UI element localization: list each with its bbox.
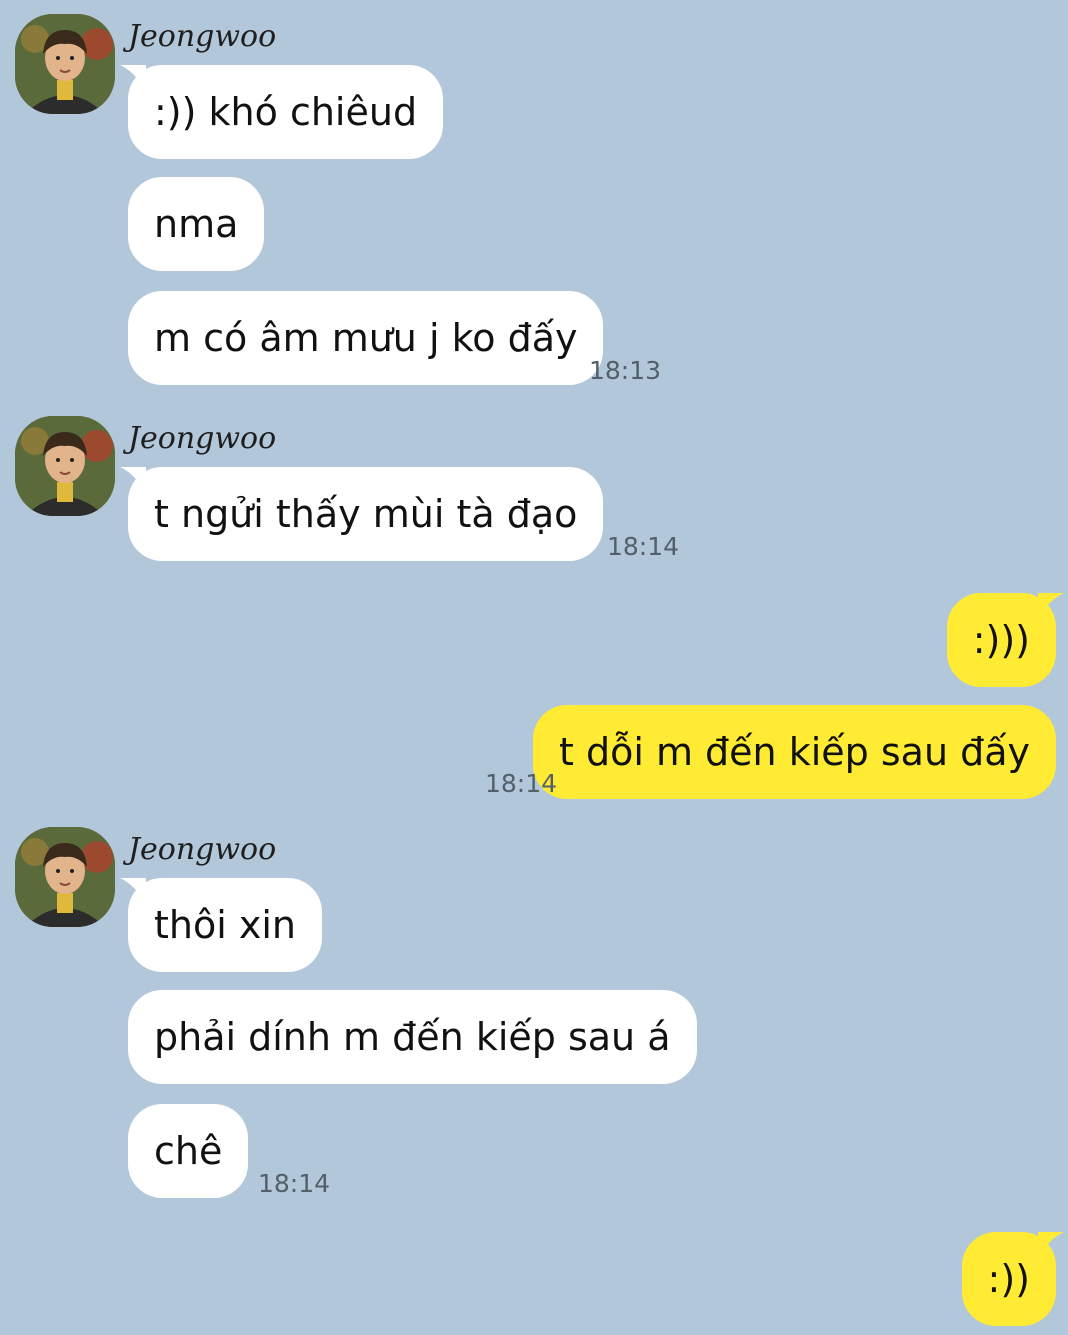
message-timestamp: 18:14 (258, 1169, 331, 1198)
message-text: t dỗi m đến kiếp sau đấy (558, 730, 1030, 774)
message-timestamp: 18:14 (607, 532, 680, 561)
message-timestamp: 18:14 (485, 769, 558, 798)
message-text: t ngửi thấy mùi tà đạo (154, 492, 578, 536)
outgoing-message-bubble[interactable]: :))) (946, 593, 1064, 687)
sender-name: Jeongwoo (128, 19, 277, 54)
message-text: phải dính m đến kiếp sau á (154, 1015, 671, 1059)
bubble-tail (120, 65, 146, 91)
chat-message-list[interactable]: Jeongwoo :)) khó chiêud nma m có âm mưu … (0, 0, 1068, 1335)
incoming-message-bubble[interactable]: t ngửi thấy mùi tà đạo (120, 467, 604, 561)
incoming-message-bubble[interactable]: chê (128, 1104, 249, 1198)
message-text: thôi xin (154, 903, 296, 947)
outgoing-message-bubble[interactable]: t dỗi m đến kiếp sau đấy (532, 705, 1056, 799)
bubble-tail (1038, 593, 1064, 619)
message-text: :))) (972, 618, 1030, 662)
message-text: nma (154, 202, 239, 246)
bubble-tail (120, 878, 146, 904)
incoming-message-bubble[interactable]: m có âm mưu j ko đấy (128, 291, 604, 385)
bubble-tail (1038, 1232, 1064, 1258)
avatar-photo-icon (15, 14, 115, 114)
message-text: chê (154, 1129, 223, 1173)
avatar-photo-icon (15, 416, 115, 516)
incoming-message-bubble[interactable]: phải dính m đến kiếp sau á (128, 990, 697, 1084)
sender-avatar[interactable] (15, 14, 115, 114)
message-text: :)) (987, 1257, 1030, 1301)
sender-avatar[interactable] (15, 416, 115, 516)
sender-name: Jeongwoo (128, 832, 277, 867)
sender-name: Jeongwoo (128, 421, 277, 456)
outgoing-message-bubble[interactable]: :)) (961, 1232, 1064, 1326)
message-text: m có âm mưu j ko đấy (154, 316, 578, 360)
incoming-message-bubble[interactable]: nma (128, 177, 265, 271)
bubble-tail (120, 467, 146, 493)
message-timestamp: 18:13 (589, 356, 662, 385)
sender-avatar[interactable] (15, 827, 115, 927)
message-text: :)) khó chiêud (154, 90, 418, 134)
incoming-message-bubble[interactable]: thôi xin (120, 878, 322, 972)
avatar-photo-icon (15, 827, 115, 927)
incoming-message-bubble[interactable]: :)) khó chiêud (120, 65, 444, 159)
